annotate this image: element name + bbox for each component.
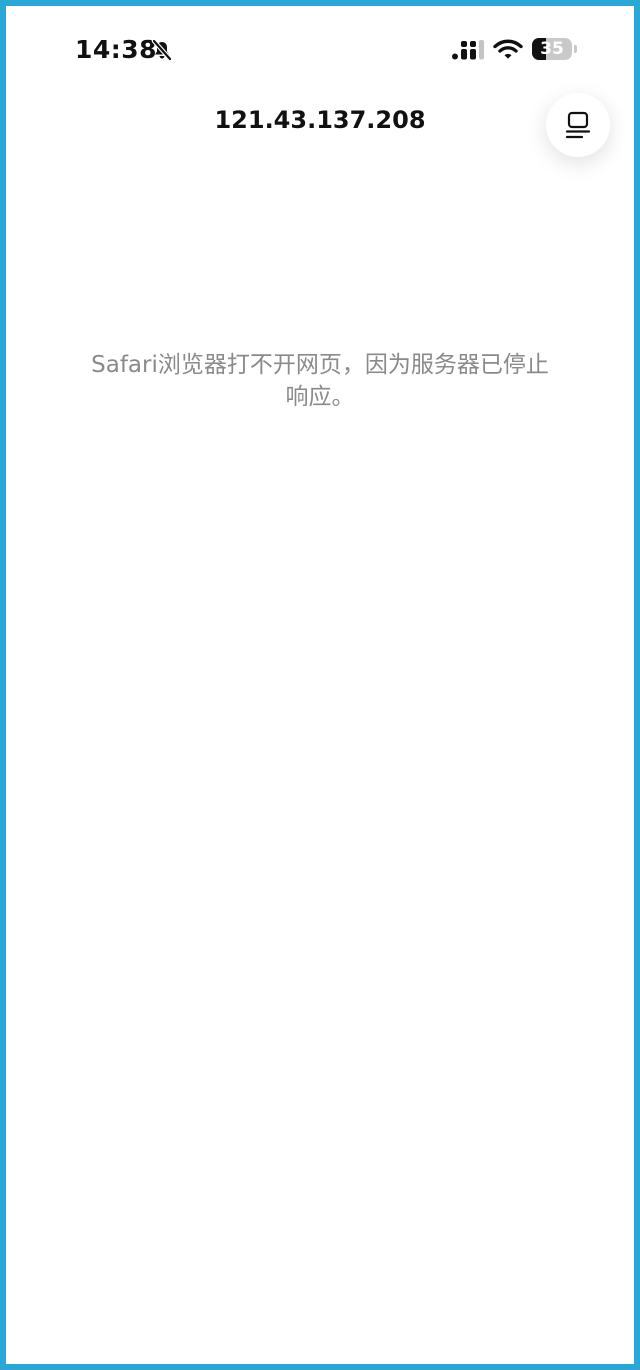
reader-mode-icon <box>565 111 591 139</box>
status-time: 14:38 <box>75 35 158 64</box>
wifi-icon <box>493 39 523 59</box>
reader-mode-button[interactable] <box>546 93 610 157</box>
battery-indicator: 35 <box>532 38 578 60</box>
page-url-title[interactable]: 121.43.137.208 <box>120 106 520 134</box>
cellular-signal-icon <box>452 40 484 60</box>
status-bar: 14:38 35 <box>6 6 634 92</box>
battery-level: 35 <box>540 39 564 59</box>
bell-slash-icon <box>151 39 173 61</box>
battery-body: 35 <box>532 38 572 60</box>
battery-cap <box>574 45 577 53</box>
browser-window: 14:38 35 121.43.137.208 Safari浏览器打不开网页，因… <box>6 6 634 1364</box>
error-message: Safari浏览器打不开网页，因为服务器已停止响应。 <box>91 352 549 410</box>
